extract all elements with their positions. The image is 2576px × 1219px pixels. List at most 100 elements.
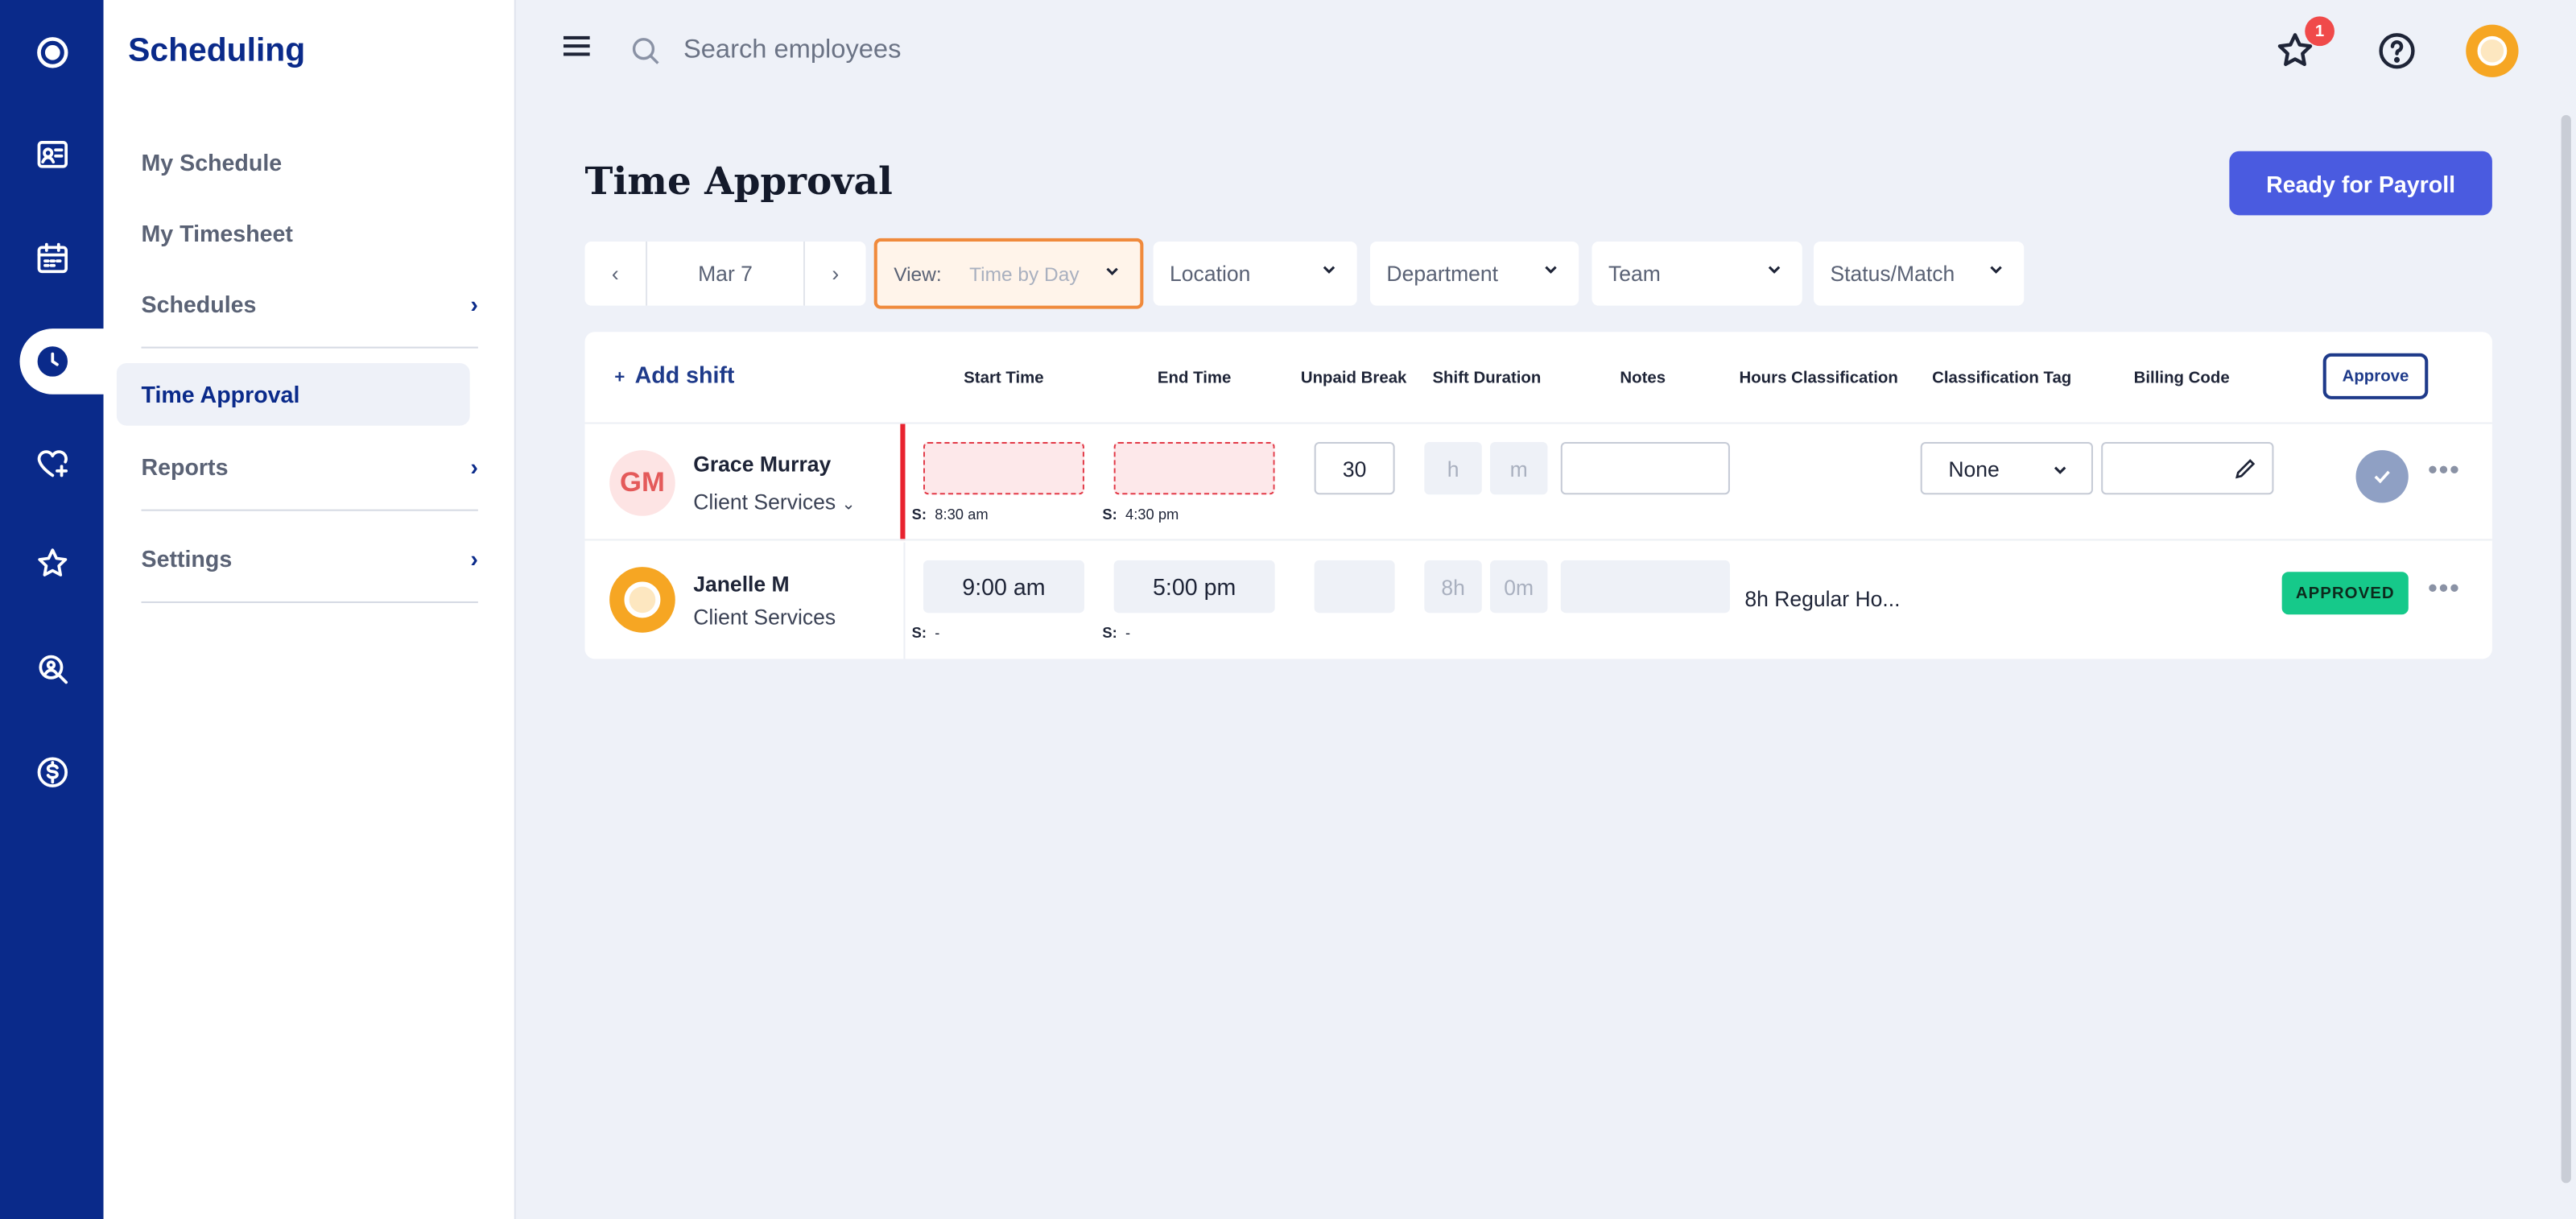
- time-approval-table: + Add shift Start Time End Time Unpaid Br…: [584, 332, 2492, 659]
- sidebar-item-my-timesheet[interactable]: My Timesheet: [142, 220, 478, 246]
- sidebar-item-my-schedule[interactable]: My Schedule: [142, 150, 478, 176]
- duration-minutes: m: [1490, 441, 1548, 495]
- divider: [141, 346, 478, 349]
- start-time-input[interactable]: [923, 441, 1084, 495]
- add-shift-button[interactable]: + Add shift: [614, 362, 734, 388]
- approve-shift-button[interactable]: [2355, 450, 2409, 503]
- nav-rail: [0, 0, 135, 1219]
- sidebar-item-label: My Schedule: [141, 149, 283, 176]
- team-label: Team: [1608, 261, 1661, 287]
- chevron-down-icon: [1768, 266, 1781, 274]
- more-options-icon[interactable]: •••: [2428, 575, 2460, 605]
- duration-hours: h: [1424, 441, 1482, 495]
- department-dropdown[interactable]: Department: [1370, 241, 1579, 306]
- menu-icon[interactable]: [563, 35, 590, 56]
- unpaid-break-input[interactable]: [1314, 560, 1395, 614]
- help-icon[interactable]: [2376, 30, 2418, 72]
- employee-department[interactable]: Client Services ⌄: [693, 490, 855, 514]
- hours-classification: 8h Regular Ho...: [1744, 586, 1901, 612]
- search-person-icon[interactable]: [0, 636, 104, 702]
- notes-input[interactable]: [1560, 441, 1730, 495]
- divider: [141, 601, 478, 603]
- section-title: Scheduling: [128, 32, 306, 69]
- team-dropdown[interactable]: Team: [1591, 241, 1802, 306]
- billing-code-input[interactable]: [2101, 441, 2274, 495]
- calendar-icon[interactable]: [0, 225, 104, 291]
- id-card-icon[interactable]: [0, 122, 104, 188]
- current-date[interactable]: Mar 7: [647, 261, 803, 286]
- view-label: View:: [894, 262, 942, 287]
- avatar: GM: [609, 450, 675, 516]
- approve-all-button[interactable]: Approve: [2322, 353, 2429, 399]
- scheduled-start: S: 8:30 am: [911, 506, 989, 523]
- clock-icon[interactable]: [0, 329, 104, 395]
- chevron-down-icon: [1990, 266, 2002, 274]
- duration-hours: 8h: [1424, 560, 1482, 614]
- department-label: Department: [1386, 261, 1499, 287]
- sidebar-item-settings[interactable]: Settings ›: [142, 546, 478, 572]
- column-header: Unpaid Break: [1300, 370, 1407, 388]
- column-divider: [903, 542, 906, 659]
- sidebar-item-label: Time Approval: [141, 381, 300, 408]
- star-icon[interactable]: [0, 531, 104, 597]
- sidebar-item-label: Schedules: [141, 291, 257, 317]
- end-time-input[interactable]: [1113, 441, 1275, 495]
- employee-name[interactable]: Grace Murray: [693, 452, 831, 477]
- chevron-down-icon: [2054, 466, 2066, 474]
- location-label: Location: [1170, 261, 1251, 287]
- view-dropdown[interactable]: View: Time by Day: [873, 238, 1144, 309]
- chevron-right-icon: ›: [470, 545, 478, 572]
- chevron-left-icon: ‹: [611, 261, 619, 287]
- search-input[interactable]: Search employees: [683, 36, 901, 66]
- sidebar-item-label: Reports: [141, 453, 229, 480]
- classification-tag-value: None: [1948, 456, 2000, 481]
- chevron-down-icon: [1545, 266, 1557, 274]
- location-dropdown[interactable]: Location: [1153, 241, 1357, 306]
- duration-minutes: 0m: [1490, 560, 1548, 614]
- chevron-down-icon: [1323, 266, 1335, 274]
- prev-day-button[interactable]: ‹: [585, 241, 648, 306]
- scheduled-end: S: 4:30 pm: [1102, 506, 1179, 523]
- status-badge: APPROVED: [2281, 572, 2409, 615]
- search-icon: [632, 38, 659, 64]
- start-time-input[interactable]: 9:00 am: [923, 560, 1084, 614]
- divider: [141, 509, 478, 511]
- column-header: Classification Tag: [1932, 370, 2072, 388]
- column-header: Notes: [1620, 370, 1666, 388]
- column-header: Billing Code: [2133, 370, 2230, 388]
- classification-tag-select[interactable]: None: [1920, 441, 2093, 495]
- employee-name[interactable]: Janelle M: [693, 572, 789, 597]
- avatar: [609, 567, 675, 633]
- logo-icon[interactable]: [0, 19, 104, 85]
- sidebar-item-time-approval[interactable]: Time Approval: [116, 363, 470, 426]
- next-day-button[interactable]: ›: [803, 241, 866, 306]
- dollar-icon[interactable]: [0, 739, 104, 805]
- heart-plus-icon[interactable]: [0, 431, 104, 497]
- ready-for-payroll-button[interactable]: Ready for Payroll: [2229, 151, 2492, 216]
- chevron-down-icon: ⌄: [841, 496, 856, 514]
- column-header: End Time: [1157, 370, 1232, 388]
- end-time-input[interactable]: 5:00 pm: [1113, 560, 1275, 614]
- more-options-icon[interactable]: •••: [2428, 457, 2460, 486]
- employee-department[interactable]: Client Services: [693, 605, 836, 630]
- notes-input[interactable]: [1560, 560, 1730, 614]
- chevron-down-icon: [1106, 267, 1118, 275]
- column-header: Shift Duration: [1432, 370, 1542, 388]
- sidebar-item-label: Settings: [141, 545, 233, 572]
- add-shift-label: Add shift: [634, 361, 735, 388]
- user-avatar[interactable]: [2466, 24, 2519, 77]
- row-divider: [584, 422, 2492, 424]
- page-title: Time Approval: [584, 159, 893, 205]
- sidebar-item-schedules[interactable]: Schedules ›: [142, 291, 478, 317]
- chevron-right-icon: ›: [470, 291, 478, 317]
- sidebar-item-reports[interactable]: Reports ›: [142, 453, 478, 480]
- sidebar-item-label: My Timesheet: [141, 220, 293, 247]
- view-value: Time by Day: [969, 262, 1080, 287]
- column-header: Start Time: [964, 370, 1044, 388]
- side-panel: Scheduling My Schedule My Timesheet Sche…: [103, 0, 516, 1219]
- unpaid-break-input[interactable]: 30: [1314, 441, 1395, 495]
- status-match-dropdown[interactable]: Status/Match: [1814, 241, 2025, 306]
- status-match-label: Status/Match: [1830, 261, 1955, 287]
- pencil-icon[interactable]: [2232, 455, 2259, 481]
- scrollbar[interactable]: [2561, 114, 2571, 1184]
